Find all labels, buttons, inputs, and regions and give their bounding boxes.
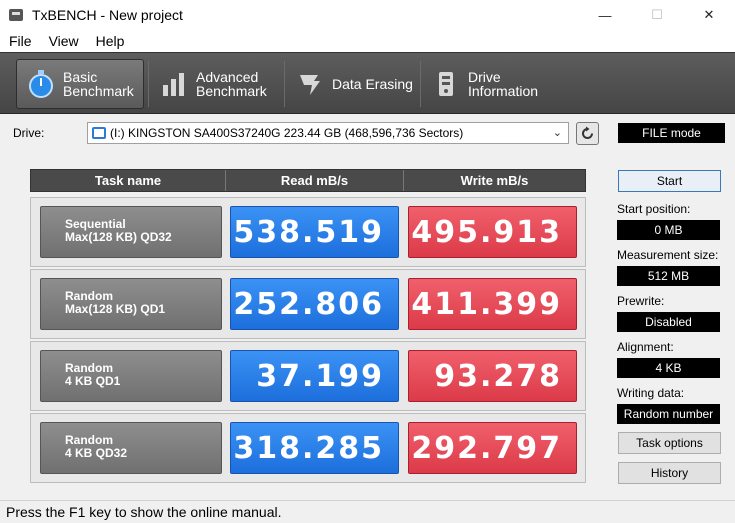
tab-basic-benchmark[interactable]: Basic Benchmark <box>16 59 144 109</box>
refresh-button[interactable] <box>576 122 599 145</box>
menu-help[interactable]: Help <box>87 33 133 49</box>
menu-bar: File View Help <box>0 30 735 52</box>
header-write: Write mB/s <box>460 173 529 188</box>
table-header: Task name Read mB/s Write mB/s <box>30 169 586 192</box>
start-position-value: 0 MB <box>617 220 720 240</box>
header-read: Read mB/s <box>226 170 404 191</box>
eraser-icon <box>296 69 324 99</box>
maximize-button[interactable]: ☐ <box>631 0 683 30</box>
tab-drive-label1: Drive <box>468 69 501 85</box>
tab-drive-label2: Information <box>468 83 539 99</box>
tab-data-erasing[interactable]: Data Erasing <box>286 59 418 109</box>
task-line2: Max(128 KB) QD1 <box>65 302 166 316</box>
task-line2: Max(128 KB) QD32 <box>65 230 172 244</box>
read-value: 252.806 <box>230 278 399 330</box>
drive-icon <box>92 127 106 139</box>
minimize-button[interactable]: — <box>579 0 631 30</box>
table-row: Sequential Max(128 KB) QD32 538.519 495.… <box>30 197 586 267</box>
tab-erasing-label1: Data Erasing <box>332 76 413 92</box>
table-row: Random Max(128 KB) QD1 252.806 411.399 <box>30 269 586 339</box>
close-button[interactable]: ✕ <box>683 0 735 30</box>
read-value: 538.519 <box>230 206 399 258</box>
title-bar: TxBENCH - New project — ☐ ✕ <box>0 0 735 30</box>
start-button[interactable]: Start <box>618 170 721 192</box>
task-button-rnd-4k-qd32[interactable]: Random 4 KB QD32 <box>40 422 222 474</box>
read-value: 318.285 <box>230 422 399 474</box>
history-button[interactable]: History <box>618 462 721 484</box>
tab-basic-label1: Basic <box>63 69 98 85</box>
chevron-down-icon: ⌄ <box>552 127 562 139</box>
start-position-label: Start position: <box>617 202 691 216</box>
write-value: 495.913 <box>408 206 577 258</box>
status-bar: Press the F1 key to show the online manu… <box>0 500 735 523</box>
menu-view[interactable]: View <box>40 33 87 49</box>
task-line2: 4 KB QD1 <box>65 374 121 388</box>
write-value: 93.278 <box>408 350 577 402</box>
bar-chart-icon <box>160 69 188 99</box>
toolbar: Basic Benchmark Advanced Benchmark Data Er… <box>0 52 735 114</box>
read-value: 37.199 <box>230 350 399 402</box>
status-text: Press the F1 key to show the online manu… <box>6 504 282 520</box>
alignment-label: Alignment: <box>617 340 674 354</box>
measurement-size-label: Measurement size: <box>617 248 719 262</box>
writing-data-value: Random number <box>617 404 720 424</box>
tab-advanced-label2: Benchmark <box>196 83 267 99</box>
writing-data-label: Writing data: <box>617 386 685 400</box>
stopwatch-icon <box>27 69 55 99</box>
tab-drive-information[interactable]: Drive Information <box>422 59 562 109</box>
task-button-rnd-qd1[interactable]: Random Max(128 KB) QD1 <box>40 278 222 330</box>
header-task-name: Task name <box>31 170 226 191</box>
menu-file[interactable]: File <box>0 33 40 49</box>
window-title: TxBENCH - New project <box>32 7 183 23</box>
refresh-icon <box>582 126 593 139</box>
alignment-value: 4 KB <box>617 358 720 378</box>
drive-label: Drive: <box>13 126 45 140</box>
drive-selected-value: (I:) KINGSTON SA400S37240G 223.44 GB (46… <box>110 126 464 140</box>
mode-display: FILE mode <box>618 123 725 143</box>
drive-info-icon <box>432 69 460 99</box>
results-table: Task name Read mB/s Write mB/s Sequentia… <box>28 167 590 500</box>
tab-advanced-label1: Advanced <box>196 69 259 85</box>
task-line2: 4 KB QD32 <box>65 446 128 460</box>
drive-select[interactable]: (I:) KINGSTON SA400S37240G 223.44 GB (46… <box>87 122 569 144</box>
measurement-size-value: 512 MB <box>617 266 720 286</box>
app-icon <box>8 7 24 23</box>
tab-basic-label2: Benchmark <box>63 83 134 99</box>
drive-row: Drive: (I:) KINGSTON SA400S37240G 223.44… <box>0 120 735 148</box>
write-value: 411.399 <box>408 278 577 330</box>
task-options-button[interactable]: Task options <box>618 432 721 454</box>
tab-advanced-benchmark[interactable]: Advanced Benchmark <box>150 59 282 109</box>
prewrite-label: Prewrite: <box>617 294 665 308</box>
window-controls: — ☐ ✕ <box>579 0 735 30</box>
write-value: 292.797 <box>408 422 577 474</box>
prewrite-value: Disabled <box>617 312 720 332</box>
table-row: Random 4 KB QD1 37.199 93.278 <box>30 341 586 411</box>
task-button-rnd-4k-qd1[interactable]: Random 4 KB QD1 <box>40 350 222 402</box>
task-button-seq-qd32[interactable]: Sequential Max(128 KB) QD32 <box>40 206 222 258</box>
table-row: Random 4 KB QD32 318.285 292.797 <box>30 413 586 483</box>
